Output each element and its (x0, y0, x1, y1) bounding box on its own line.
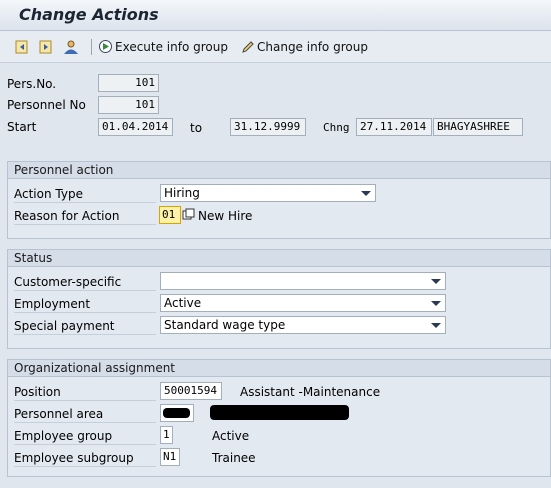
previous-record-icon[interactable] (14, 39, 30, 55)
position-label: Position (14, 384, 156, 401)
personnel-area-label: Personnel area (14, 406, 156, 423)
special-payment-dropdown[interactable]: Standard wage type (160, 316, 446, 334)
execute-icon (99, 40, 112, 53)
employee-group-text: Active (212, 429, 250, 443)
change-info-group-button[interactable]: Change info group (241, 38, 368, 56)
changed-on-field: 27.11.2014 (356, 118, 432, 136)
start-label: Start (7, 120, 37, 134)
personnel-action-title: Personnel action (8, 162, 550, 179)
personnel-area-field[interactable] (160, 404, 194, 422)
customer-specific-label: Customer-specific (14, 274, 156, 291)
employment-value: Active (164, 296, 202, 310)
employee-subgroup-label: Employee subgroup (14, 450, 156, 467)
reason-code-field[interactable]: 01 (159, 206, 181, 224)
redaction-mark (163, 408, 190, 418)
action-type-dropdown[interactable]: Hiring (160, 184, 376, 202)
position-field[interactable]: 50001594 (160, 382, 222, 400)
pers-no-label: Pers.No. (7, 77, 57, 91)
employment-dropdown[interactable]: Active (160, 294, 446, 312)
chevron-down-icon (431, 301, 441, 306)
reason-for-action-label: Reason for Action (14, 208, 156, 225)
page-title: Change Actions (19, 5, 159, 24)
chevron-down-icon (431, 323, 441, 328)
next-record-icon[interactable] (38, 39, 54, 55)
application-toolbar: Execute info group Change info group (0, 31, 551, 63)
execute-info-group-button[interactable]: Execute info group (98, 38, 228, 56)
personnel-no-field[interactable]: 101 (98, 96, 159, 114)
employee-subgroup-text: Trainee (212, 451, 256, 465)
chevron-down-icon (431, 279, 441, 284)
action-type-label: Action Type (14, 186, 156, 203)
chevron-down-icon (361, 191, 371, 196)
customer-specific-dropdown[interactable] (160, 272, 446, 290)
special-payment-value: Standard wage type (164, 318, 286, 332)
reason-text: New Hire (198, 209, 253, 223)
employee-group-label: Employee group (14, 428, 156, 445)
changed-by-field: BHAGYASHREE (433, 118, 523, 136)
change-info-group-label: Change info group (257, 40, 368, 54)
position-text: Assistant -Maintenance (240, 385, 381, 399)
toolbar-separator (91, 39, 92, 55)
chng-label: Chng (323, 121, 350, 134)
start-date-field[interactable]: 01.04.2014 (98, 118, 173, 136)
value-help-icon[interactable] (182, 208, 195, 224)
employment-label: Employment (14, 296, 156, 313)
employee-group-field[interactable]: 1 (160, 426, 173, 444)
action-type-value: Hiring (164, 186, 200, 200)
employee-subgroup-field[interactable]: N1 (160, 448, 180, 466)
execute-info-group-label: Execute info group (115, 40, 228, 54)
title-bar: Change Actions (0, 0, 551, 31)
status-title: Status (8, 250, 550, 267)
pencil-icon (242, 41, 254, 53)
special-payment-label: Special payment (14, 318, 156, 335)
pers-no-field[interactable]: 101 (98, 74, 159, 92)
person-icon[interactable] (62, 39, 78, 55)
redaction-mark (210, 405, 349, 420)
end-date-field[interactable]: 31.12.9999 (230, 118, 306, 136)
personnel-no-label: Personnel No (7, 98, 86, 112)
to-label: to (190, 121, 203, 135)
org-assignment-title: Organizational assignment (8, 360, 550, 377)
